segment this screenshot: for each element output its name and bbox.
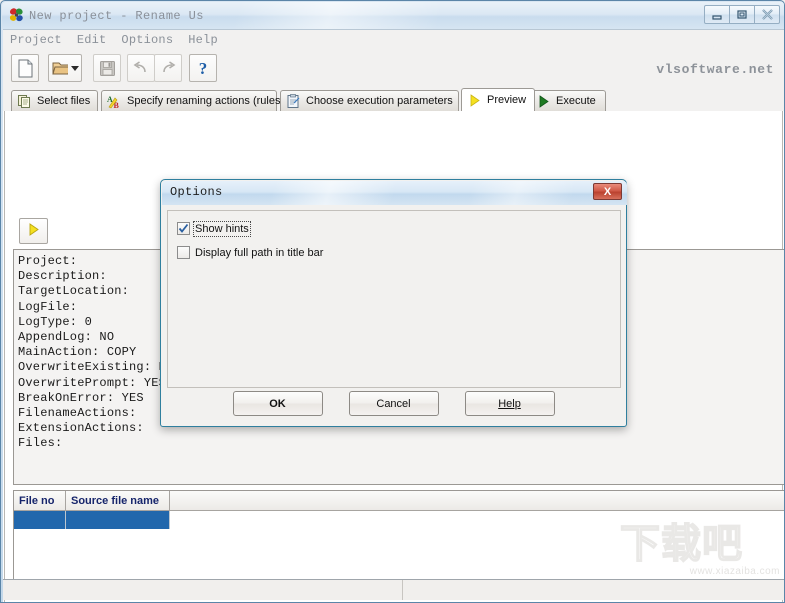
tab-specify-renaming-actions[interactable]: A B Specify renaming actions (rules) [101, 90, 284, 111]
yellow-play-icon [467, 93, 482, 108]
minimize-button[interactable] [704, 5, 730, 24]
documents-icon [17, 94, 32, 109]
ab-letters-icon: A B [107, 94, 122, 110]
run-preview-button[interactable] [19, 218, 48, 244]
checkbox-display-full-path[interactable]: Display full path in title bar [177, 246, 323, 259]
tab-label: Preview [487, 94, 527, 106]
ok-button[interactable]: OK [232, 391, 323, 416]
close-icon: X [603, 185, 612, 198]
status-panel-left [3, 580, 403, 600]
dialog-close-button[interactable]: X [593, 183, 622, 200]
application-window: New project - Rename Us Project Edit Opt… [0, 0, 785, 603]
undo-button[interactable] [127, 54, 155, 82]
tab-choose-execution-parameters[interactable]: Choose execution parameters [280, 90, 459, 111]
close-button[interactable] [754, 5, 780, 24]
checkbox-box-checked[interactable] [177, 222, 190, 235]
menu-item-help[interactable]: Help [188, 32, 227, 48]
files-grid[interactable]: File no Source file name [13, 490, 784, 586]
tab-label: Choose execution parameters [306, 95, 453, 107]
status-bar [3, 579, 784, 600]
help-button[interactable]: ? [189, 54, 217, 82]
save-project-button[interactable] [93, 54, 121, 82]
checkbox-box-unchecked[interactable] [177, 246, 190, 259]
menu-item-options[interactable]: Options [121, 32, 182, 48]
window-controls [704, 5, 780, 24]
menu-item-edit[interactable]: Edit [77, 32, 116, 48]
tab-execute[interactable]: Execute [530, 90, 606, 111]
status-panel-right [403, 580, 784, 600]
open-project-dropdown[interactable] [68, 54, 82, 82]
options-dialog: Options X Show hints Display full path i… [160, 179, 627, 427]
maximize-button[interactable] [729, 5, 755, 24]
toolbar: ? vlsoftware.net [3, 49, 784, 88]
tab-strip: Select files A B Specify renaming action… [3, 87, 784, 112]
tab-label: Execute [556, 95, 596, 107]
clipboard-icon [286, 93, 301, 109]
checkbox-label-display-full-path: Display full path in title bar [195, 246, 324, 259]
tab-label: Specify renaming actions (rules) [127, 95, 285, 107]
title-bar: New project - Rename Us [2, 2, 784, 29]
memo-line: Files: [18, 436, 63, 451]
redo-button[interactable] [154, 54, 182, 82]
tab-label: Select files [37, 95, 91, 107]
tab-preview[interactable]: Preview [461, 88, 535, 111]
menu-bar: Project Edit Options Help [3, 30, 784, 49]
app-butterfly-icon [8, 7, 25, 24]
table-row[interactable] [14, 511, 784, 529]
options-dialog-title: Options [170, 185, 223, 199]
options-dialog-title-bar [162, 181, 627, 205]
green-play-icon [536, 94, 551, 109]
tab-select-files[interactable]: Select files [11, 90, 98, 111]
options-dialog-buttons: OK Cancel Help [161, 391, 626, 416]
column-header-filler [170, 491, 784, 511]
cell-source-file-name [66, 511, 170, 529]
new-project-button[interactable] [11, 54, 39, 82]
help-button[interactable]: Help [464, 391, 555, 416]
help-button-label: Help [498, 397, 521, 410]
yellow-play-icon [26, 222, 41, 240]
dialog-title-sheen [162, 181, 627, 205]
column-header-file-no[interactable]: File no [14, 491, 66, 511]
cancel-button[interactable]: Cancel [348, 391, 439, 416]
files-grid-header: File no Source file name [14, 491, 784, 511]
options-dialog-body: Show hints Display full path in title ba… [167, 210, 621, 388]
window-title: New project - Rename Us [29, 9, 204, 23]
checkbox-show-hints[interactable]: Show hints [177, 220, 251, 237]
question-mark-icon: ? [198, 58, 208, 78]
menu-item-project[interactable]: Project [10, 32, 71, 48]
column-header-source-file-name[interactable]: Source file name [66, 491, 170, 511]
cell-file-no [14, 511, 66, 529]
window-frame: New project - Rename Us Project Edit Opt… [0, 0, 785, 603]
checkbox-label-show-hints: Show hints [193, 220, 251, 237]
brand-label: vlsoftware.net [656, 62, 774, 77]
